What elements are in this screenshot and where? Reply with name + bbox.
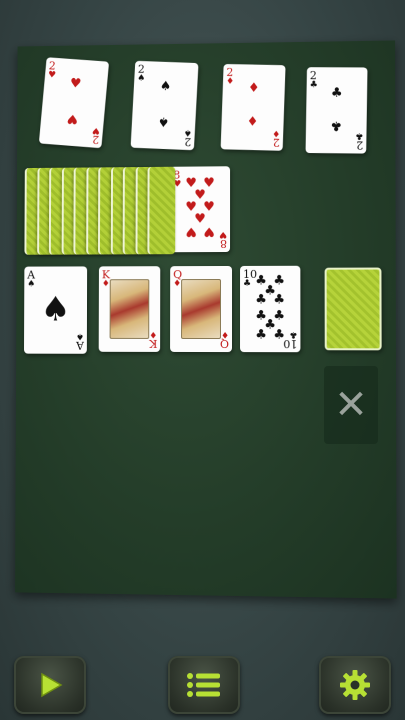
card-rank: K: [148, 336, 158, 350]
tableau-card-queen-diamonds[interactable]: Q ♦ Q ♦: [170, 265, 233, 353]
card-suit: ♣: [309, 80, 318, 91]
waste-card[interactable]: 8 ♥ ♥ ♥ ♥ ♥ ♥ ♥ ♥ ♥ 8 ♥: [170, 166, 231, 253]
heart-pip: ♥: [203, 223, 215, 239]
spade-pip: ♠: [159, 78, 172, 94]
diamond-pip: ♦: [247, 80, 260, 97]
card-suit: ♥: [91, 124, 101, 136]
heart-pip: ♥: [185, 224, 197, 240]
card-suit: ♠: [27, 279, 36, 290]
draw-card-back[interactable]: [324, 267, 382, 351]
diamond-pip: ♦: [246, 115, 259, 131]
card-rank: Q: [219, 337, 229, 351]
card-rank: 8: [220, 237, 228, 251]
discard-slot[interactable]: ✕: [324, 366, 378, 444]
card-table: 2 ♥ ♥ ♥ 2 ♥ 2 ♠ ♠ ♠ 2 ♠ 2 ♦ ♦ ♦ 2 ♦ 2 ♣ …: [15, 40, 397, 599]
club-pip: ♣: [255, 292, 267, 308]
card-suit: ♣: [243, 278, 252, 289]
card-suit: ♠: [183, 127, 193, 138]
menu-list-icon: [187, 673, 220, 697]
spade-pip: ♠: [40, 289, 71, 330]
stock-card-back: [147, 166, 176, 255]
card-suit: ♣: [355, 130, 364, 141]
club-pip: ♣: [273, 292, 286, 308]
card-suit: ♥: [218, 229, 228, 240]
card-suit: ♦: [220, 329, 229, 340]
foundation-card-clubs[interactable]: 2 ♣ ♣ ♣ 2 ♣: [305, 67, 368, 154]
spade-pip: ♠: [157, 113, 170, 129]
gear-icon: [340, 670, 370, 700]
club-pip: ♣: [255, 327, 267, 343]
queen-face-illustration: [181, 278, 222, 340]
card-suit: ♦: [225, 76, 235, 87]
play-icon: [41, 672, 63, 698]
tableau-card-ace-spades[interactable]: A ♠ ♠ A ♠: [23, 266, 88, 354]
play-button[interactable]: [14, 656, 86, 714]
card-suit: ♠: [75, 330, 84, 341]
club-pip: ♣: [330, 85, 343, 101]
heart-pip: ♥: [66, 110, 79, 126]
card-rank: 2: [356, 138, 364, 152]
settings-button[interactable]: [319, 656, 391, 714]
card-rank: 2: [91, 132, 100, 147]
card-rank: 2: [184, 134, 192, 149]
tableau-card-ten-clubs[interactable]: 10 ♣ ♣ ♣ ♣ ♣ ♣ ♣ ♣ ♣ ♣ ♣ 10 ♣: [240, 265, 301, 353]
card-suit: ♠: [137, 73, 146, 84]
card-rank: 10: [283, 337, 298, 351]
card-suit: ♦: [101, 279, 110, 290]
tableau-card-king-diamonds[interactable]: K ♦ K ♦: [98, 266, 161, 352]
card-suit: ♦: [271, 127, 281, 138]
foundation-card-spades[interactable]: 2 ♠ ♠ ♠ 2 ♠: [130, 60, 199, 151]
menu-button[interactable]: [168, 656, 240, 714]
card-suit: ♣: [289, 329, 298, 340]
stock-pile[interactable]: [18, 40, 396, 255]
king-face-illustration: [109, 279, 150, 339]
card-rank: 2: [272, 135, 281, 149]
close-icon[interactable]: ✕: [334, 382, 368, 428]
card-suit: ♥: [47, 70, 57, 81]
foundation-card-diamonds[interactable]: 2 ♦ ♦ ♦ 2 ♦: [220, 63, 286, 151]
card-rank: A: [76, 338, 84, 352]
card-suit: ♦: [149, 328, 158, 339]
foundation-card-hearts[interactable]: 2 ♥ ♥ ♥ 2 ♥: [38, 57, 110, 149]
card-suit: ♦: [173, 279, 182, 290]
heart-pip: ♥: [69, 75, 82, 92]
club-pip: ♣: [330, 118, 343, 134]
